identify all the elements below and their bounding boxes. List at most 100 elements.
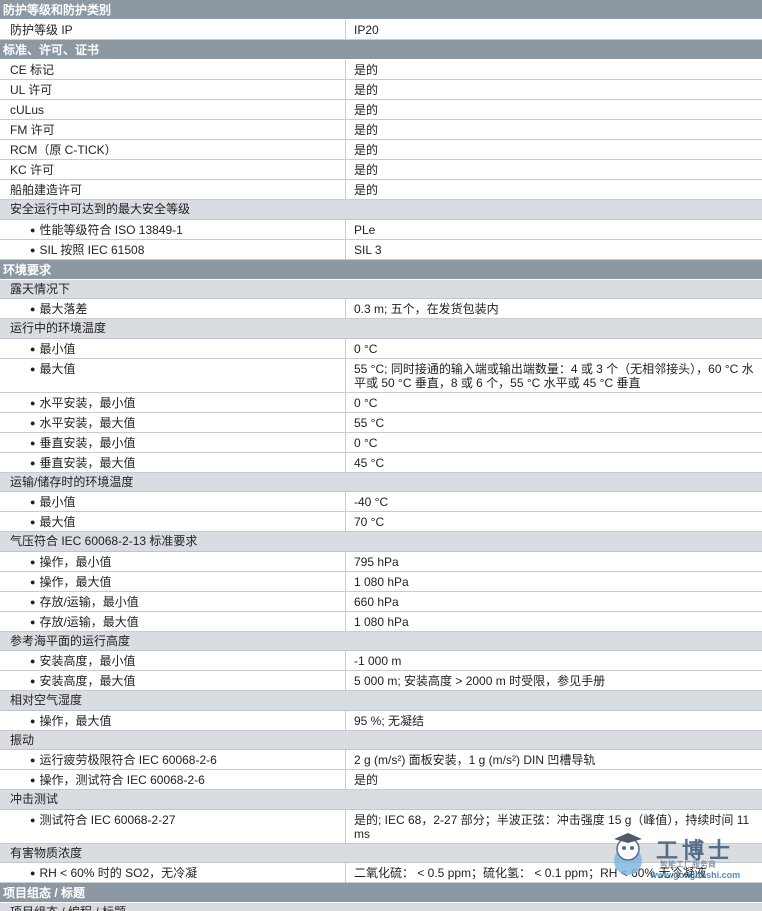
- spec-label-text: 垂直安装，最大值: [39, 455, 136, 470]
- spec-row: FM 许可 是的: [0, 120, 762, 140]
- spec-label: RCM（原 C-TICK）: [0, 140, 346, 159]
- spec-row: ● 垂直安装，最大值 45 °C: [0, 452, 762, 473]
- bullet-icon: ●: [30, 497, 36, 507]
- spec-page: 防护等级和防护类别 防护等级 IP IP20 标准、许可、证书 CE 标记 是的 UL 许可…: [0, 0, 762, 911]
- spec-label: KC 许可: [0, 160, 346, 179]
- spec-row: ● 安装高度，最小值 -1 000 m: [0, 651, 762, 671]
- spec-label: ● 运行疲劳极限符合 IEC 60068-2-6: [0, 750, 346, 769]
- spec-row: ● 操作，最大值 1 080 hPa: [0, 571, 762, 592]
- section-header: 防护等级和防护类别: [0, 0, 762, 20]
- spec-label: ● 最小值: [0, 338, 346, 358]
- spec-value: 0 °C: [354, 395, 378, 410]
- spec-value: 是的; IEC 68，2-27 部分；半波正弦：冲击强度 15 g（峰值），持续…: [354, 812, 750, 841]
- spec-label-text: 船舶建造许可: [10, 183, 83, 197]
- spec-label: ● 操作，测试符合 IEC 60068-2-6: [0, 770, 346, 789]
- spec-label-text: 防护等级 IP: [10, 23, 73, 37]
- spec-label: ● 最大值: [0, 358, 346, 392]
- spec-value: 是的: [354, 103, 379, 117]
- spec-row: ● 存放/运输，最小值 660 hPa: [0, 591, 762, 612]
- spec-row: ● 运行疲劳极限符合 IEC 60068-2-6 2 g (m/s²) 面板安装，1…: [0, 750, 762, 770]
- spec-label-text: 水平安装，最小值: [39, 395, 136, 410]
- spec-row: ● RH < 60% 时的 SO2，无冷凝 二氧化硫： < 0.5 ppm；硫化氢：…: [0, 863, 762, 883]
- spec-label-text: SIL 按照 IEC 61508: [39, 242, 145, 257]
- bullet-icon: ●: [30, 868, 36, 878]
- bullet-icon: ●: [30, 457, 36, 468]
- spec-label: ● 垂直安装，最小值: [0, 432, 346, 452]
- group-header: 露天情况下: [0, 279, 762, 299]
- spec-label-text: RCM（原 C-TICK）: [10, 143, 117, 157]
- spec-row: 防护等级 IP IP20: [0, 20, 762, 40]
- bullet-icon: ●: [30, 556, 36, 567]
- bullet-icon: ●: [30, 656, 36, 666]
- spec-value: 70 °C: [354, 515, 385, 529]
- spec-label-text: 存放/运输，最小值: [39, 594, 139, 609]
- bullet-icon: ●: [30, 576, 36, 587]
- spec-value: 0 °C: [354, 435, 378, 450]
- spec-label-text: 安装高度，最大值: [39, 674, 136, 688]
- group-header: 气压符合 IEC 60068-2-13 标准要求: [0, 532, 762, 552]
- spec-row: ● 最大值 55 °C; 同时接通的输入端或输出端数量：4 或 3 个（无相邻接头）…: [0, 358, 762, 393]
- spec-value: 是的: [354, 183, 379, 197]
- spec-label: UL 许可: [0, 80, 346, 99]
- spec-row: ● 操作，最小值 795 hPa: [0, 551, 762, 572]
- spec-label: ● 测试符合 IEC 60068-2-27: [0, 809, 346, 843]
- spec-row: ● 水平安装，最小值 0 °C: [0, 392, 762, 413]
- spec-row: ● 最小值 -40 °C: [0, 492, 762, 512]
- spec-row: ● 水平安装，最大值 55 °C: [0, 412, 762, 433]
- spec-label: CE 标记: [0, 60, 346, 79]
- group-header: 冲击测试: [0, 790, 762, 810]
- spec-row: 船舶建造许可 是的: [0, 180, 762, 200]
- spec-row: ● 性能等级符合 ISO 13849-1 PLe: [0, 219, 762, 240]
- spec-value: 660 hPa: [354, 594, 399, 609]
- bullet-icon: ●: [30, 244, 36, 255]
- bullet-icon: ●: [30, 814, 36, 825]
- spec-value: 795 hPa: [354, 554, 399, 569]
- spec-value: 95 %; 无凝结: [354, 713, 425, 728]
- spec-label-text: cULus: [10, 103, 45, 117]
- spec-value: 0 °C: [354, 341, 378, 356]
- spec-row: ● 最大值 70 °C: [0, 512, 762, 532]
- group-header: 项目组态 / 编程 / 标题: [0, 903, 762, 911]
- spec-row: cULus 是的: [0, 100, 762, 120]
- spec-label-text: 操作，测试符合 IEC 60068-2-6: [39, 773, 205, 787]
- spec-row: CE 标记 是的: [0, 60, 762, 80]
- spec-value: 45 °C: [354, 455, 385, 470]
- spec-label-text: 存放/运输，最大值: [39, 614, 139, 629]
- spec-label: ● 操作，最大值: [0, 571, 346, 591]
- spec-label-text: KC 许可: [10, 163, 55, 177]
- bullet-icon: ●: [30, 775, 36, 785]
- spec-value: -1 000 m: [354, 654, 402, 668]
- spec-value: -40 °C: [354, 495, 389, 509]
- spec-label-text: 测试符合 IEC 60068-2-27: [39, 812, 176, 827]
- group-header: 安全运行中可达到的最大安全等级: [0, 200, 762, 220]
- bullet-icon: ●: [30, 224, 36, 235]
- spec-value: 2 g (m/s²) 面板安装，1 g (m/s²) DIN 凹槽导轨: [354, 753, 596, 767]
- section-header: 标准、许可、证书: [0, 40, 762, 60]
- spec-label: ● 水平安装，最大值: [0, 412, 346, 432]
- group-header: 相对空气湿度: [0, 691, 762, 711]
- spec-label: ● 水平安装，最小值: [0, 392, 346, 412]
- spec-value: 1 080 hPa: [354, 574, 409, 589]
- group-header: 运输/储存时的环境温度: [0, 472, 762, 492]
- spec-label: FM 许可: [0, 120, 346, 139]
- bullet-icon: ●: [30, 363, 36, 374]
- spec-value: SIL 3: [354, 242, 382, 257]
- spec-label-text: 操作，最大值: [39, 574, 112, 589]
- bullet-icon: ●: [30, 715, 36, 726]
- spec-label: ● 垂直安装，最大值: [0, 452, 346, 472]
- spec-label-text: 最小值: [39, 495, 76, 509]
- spec-value: PLe: [354, 222, 376, 237]
- bullet-icon: ●: [30, 596, 36, 607]
- spec-label: ● 安装高度，最小值: [0, 651, 346, 670]
- spec-label: ● RH < 60% 时的 SO2，无冷凝: [0, 863, 346, 882]
- spec-value: 1 080 hPa: [354, 614, 409, 629]
- spec-label: ● SIL 按照 IEC 61508: [0, 239, 346, 259]
- spec-value: 二氧化硫： < 0.5 ppm；硫化氢： < 0.1 ppm；RH < 60% …: [354, 866, 707, 880]
- group-header: 振动: [0, 730, 762, 750]
- spec-label-text: 最小值: [39, 341, 76, 356]
- spec-row: ● 安装高度，最大值 5 000 m; 安装高度 > 2000 m 时受限，参见手册: [0, 671, 762, 691]
- spec-label: cULus: [0, 100, 346, 119]
- spec-value: 55 °C; 同时接通的输入端或输出端数量：4 或 3 个（无相邻接头），60 …: [354, 361, 754, 390]
- spec-label-text: 运行疲劳极限符合 IEC 60068-2-6: [39, 753, 217, 767]
- spec-row: KC 许可 是的: [0, 160, 762, 180]
